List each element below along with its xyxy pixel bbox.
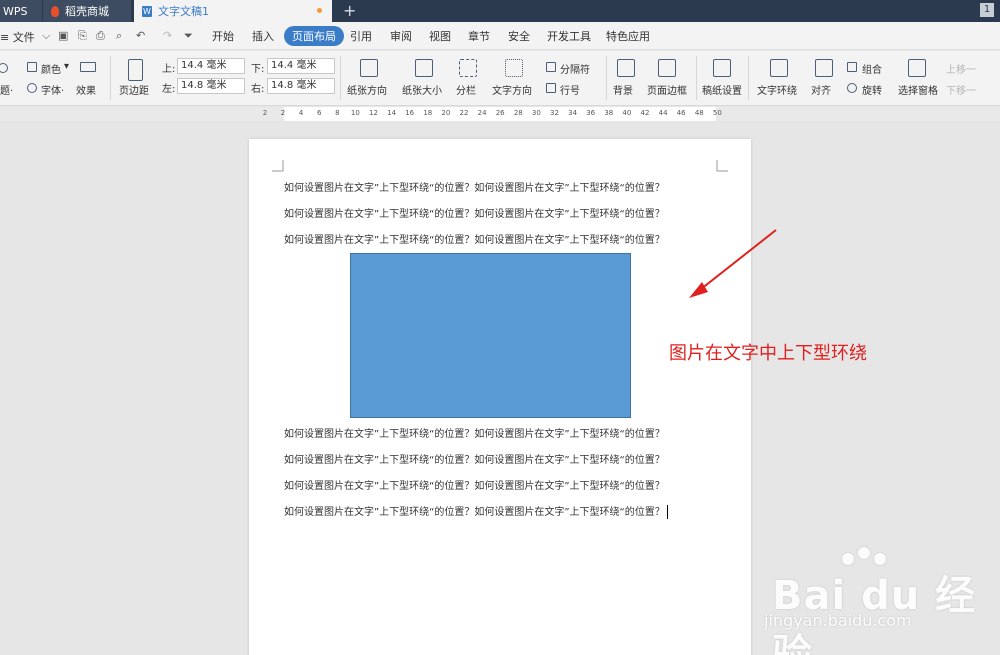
watermark-main: Bai du 经验 (772, 573, 977, 655)
paw-icon (858, 547, 870, 559)
watermark-url: jingyan.baidu.com (764, 611, 912, 630)
baidu-watermark: Bai du 经验 jingyan.baidu.com (764, 545, 1000, 655)
annotation-text: 图片在文字中上下型环绕 (669, 343, 867, 364)
